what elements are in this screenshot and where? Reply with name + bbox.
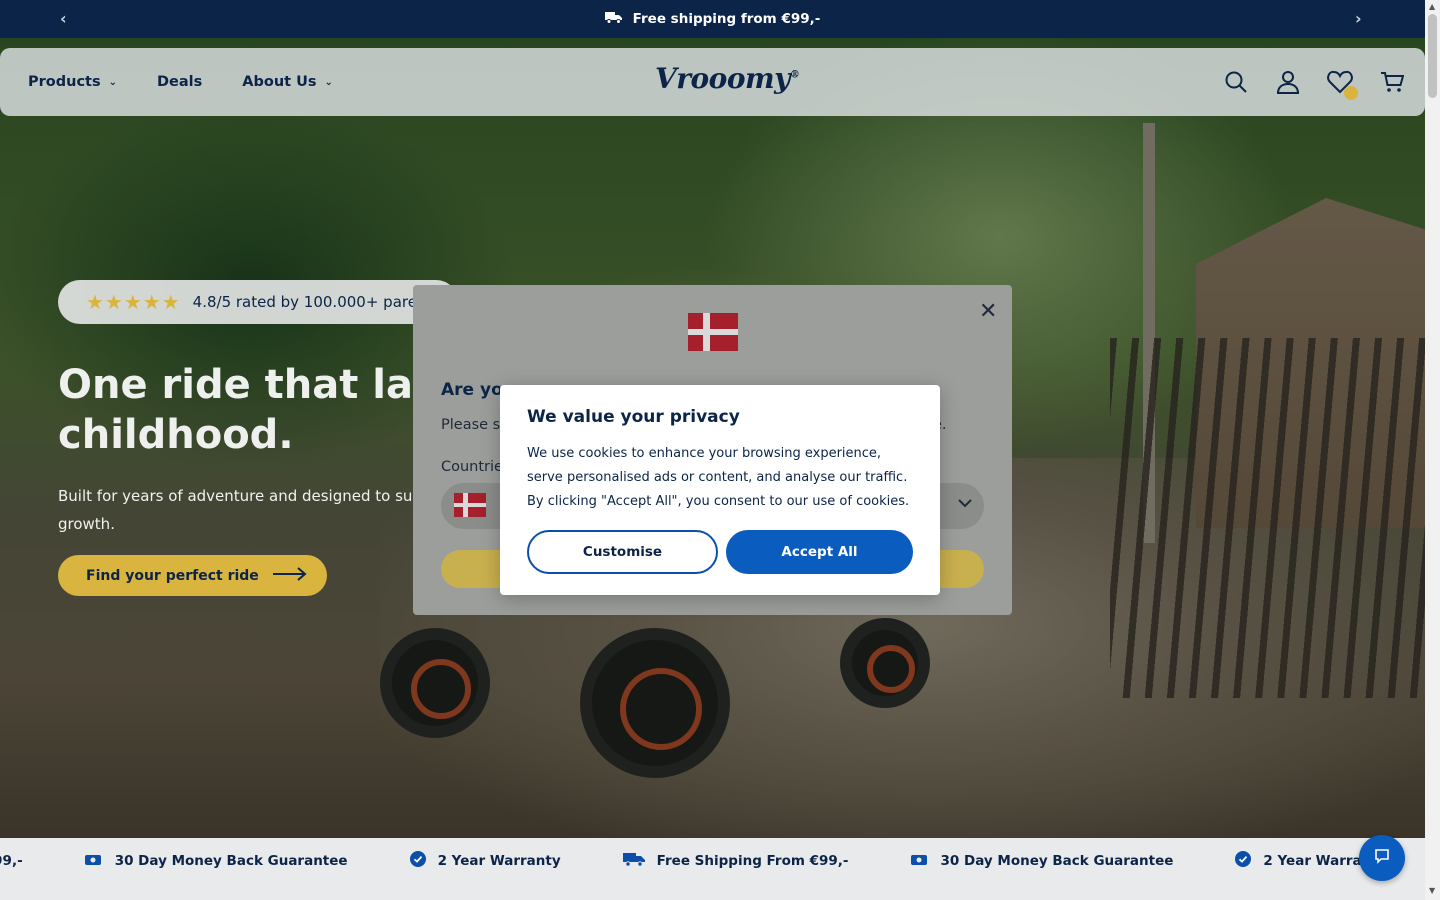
rating-text: 4.8/5 rated by 100.000+ paren [192, 293, 427, 311]
nav-deals[interactable]: Deals [157, 74, 202, 90]
star-rating-icon: ★★★★★ [86, 290, 181, 314]
nav-products-label: Products [28, 74, 101, 90]
check-badge-icon [409, 851, 426, 871]
usp-item-label: 30 Day Money Back Guarantee [940, 853, 1174, 869]
nav-about-label: About Us [242, 74, 317, 90]
site-header: Products ⌄ Deals About Us ⌄ Vrooomy® [0, 48, 1425, 116]
denmark-flag-icon [454, 493, 486, 517]
usp-item-label: m €99,- [0, 853, 23, 869]
chevron-down-icon: ⌄ [108, 76, 117, 88]
cart-icon[interactable] [1378, 68, 1406, 96]
check-badge-icon [1235, 851, 1252, 871]
truck-icon [622, 851, 645, 871]
chat-button[interactable] [1359, 835, 1405, 881]
announcement-text: Free shipping from €99,- [632, 11, 821, 27]
usp-track: m €99,- 30 Day Money Back Guarantee 2 Ye… [0, 838, 1425, 884]
account-icon[interactable] [1274, 68, 1302, 96]
find-ride-button[interactable]: Find your perfect ride [58, 555, 327, 596]
cookie-title: We value your privacy [527, 407, 740, 427]
usp-item: 30 Day Money Back Guarantee [910, 853, 1174, 870]
customise-button[interactable]: Customise [527, 530, 718, 574]
scrollbar-thumb[interactable] [1428, 14, 1437, 98]
scroll-up-icon[interactable]: ▲ [1429, 2, 1435, 11]
usp-item-label: 2 Year Warranty [437, 853, 561, 869]
truck-icon [604, 10, 623, 28]
registered-mark: ® [789, 69, 800, 81]
usp-item: m €99,- [0, 853, 23, 869]
main-nav: Products ⌄ Deals About Us ⌄ [28, 48, 333, 116]
close-icon[interactable]: ✕ [979, 299, 997, 324]
announcement-prev-arrow[interactable]: ‹ [60, 9, 67, 28]
announcement-bar: ‹ Free shipping from €99,- › [0, 0, 1425, 38]
chat-bubble-icon [1374, 848, 1390, 868]
find-ride-label: Find your perfect ride [86, 567, 259, 584]
cookie-body: We use cookies to enhance your browsing … [527, 446, 910, 509]
usp-item: 2 Year Warranty [409, 851, 561, 871]
rating-badge: ★★★★★ 4.8/5 rated by 100.000+ paren [58, 280, 458, 324]
page-scrollbar[interactable]: ▲ ▼ [1425, 0, 1440, 900]
header-icons [1222, 48, 1406, 116]
wishlist-icon[interactable] [1326, 68, 1358, 100]
scroll-down-icon[interactable]: ▼ [1429, 886, 1435, 895]
logo-text: Vrooomy [655, 62, 790, 95]
usp-item: Free Shipping From €99,- [622, 851, 849, 871]
chevron-down-icon [958, 497, 972, 511]
cookie-dialog: We value your privacy We use cookies to … [500, 385, 940, 595]
wishlist-badge [1344, 86, 1358, 100]
countries-label: Countrie [441, 459, 503, 475]
announcement-next-arrow[interactable]: › [1355, 9, 1362, 28]
money-icon [84, 853, 103, 870]
usp-bar: m €99,- 30 Day Money Back Guarantee 2 Ye… [0, 838, 1425, 900]
denmark-flag-icon [688, 313, 738, 351]
nav-deals-label: Deals [157, 74, 203, 90]
usp-item-label: Free Shipping From €99,- [656, 853, 849, 869]
money-icon [910, 853, 929, 870]
site-logo[interactable]: Vrooomy® [655, 62, 800, 95]
arrow-right-icon [272, 566, 307, 585]
country-modal-description: Please s [441, 417, 501, 433]
usp-item: 30 Day Money Back Guarantee [84, 853, 348, 870]
accept-all-button[interactable]: Accept All [726, 530, 913, 574]
nav-products[interactable]: Products ⌄ [28, 74, 117, 90]
usp-item-label: 30 Day Money Back Guarantee [114, 853, 348, 869]
chevron-down-icon: ⌄ [324, 76, 333, 88]
search-icon[interactable] [1222, 68, 1250, 96]
nav-about-us[interactable]: About Us ⌄ [242, 74, 333, 90]
